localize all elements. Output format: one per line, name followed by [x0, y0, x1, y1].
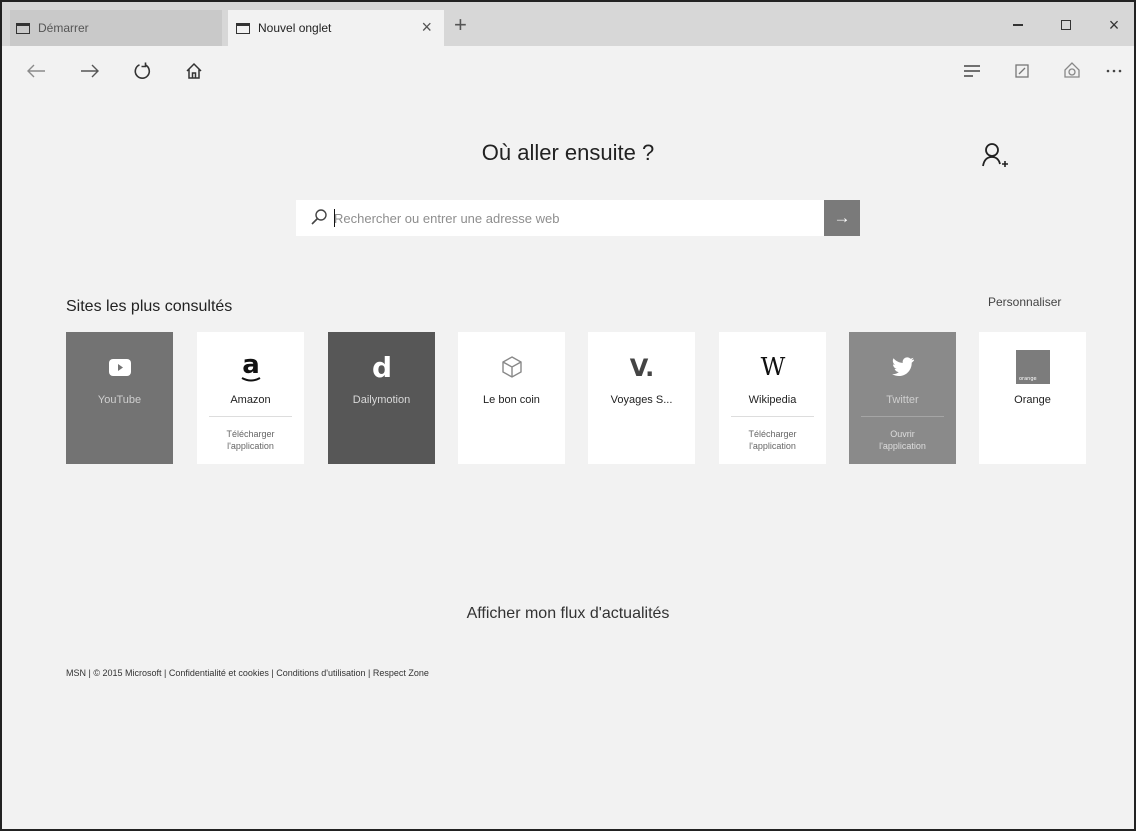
tile-open-app-link[interactable]: Ouvrir l'application	[855, 428, 950, 452]
forward-button[interactable]	[74, 56, 106, 86]
arrow-right-icon: →	[833, 208, 851, 227]
tab-page-icon	[16, 22, 30, 34]
search-input[interactable]	[334, 204, 814, 232]
forward-arrow-icon	[81, 64, 99, 78]
tile-wikipedia[interactable]: W Wikipedia Télécharger l'application	[719, 332, 826, 464]
footer-respect-zone-link[interactable]: Respect Zone	[373, 668, 429, 678]
tile-label: Wikipedia	[748, 394, 797, 406]
back-arrow-icon	[27, 64, 45, 78]
tile-twitter[interactable]: Twitter Ouvrir l'application	[849, 332, 956, 464]
tile-label: Le bon coin	[483, 394, 540, 406]
minimize-button[interactable]	[998, 10, 1038, 40]
top-sites-title: Sites les plus consultés	[66, 298, 233, 315]
tab-page-icon	[236, 22, 250, 34]
tile-leboncoin[interactable]: Le bon coin	[458, 332, 565, 464]
search-icon	[311, 209, 327, 225]
tile-dailymotion[interactable]: d Dailymotion	[328, 332, 435, 464]
tab-demarrer[interactable]: Démarrer	[10, 10, 222, 46]
footer-terms-link[interactable]: Conditions d'utilisation	[276, 668, 365, 678]
svg-text:V.: V.	[629, 354, 654, 381]
wikipedia-logo-icon: W	[719, 350, 826, 384]
tile-youtube[interactable]: YouTube	[66, 332, 173, 464]
share-icon	[1064, 62, 1080, 78]
maximize-button[interactable]	[1046, 10, 1086, 40]
svg-text:W: W	[760, 353, 785, 381]
dailymotion-logo-icon: d	[328, 350, 435, 384]
tile-amazon[interactable]: a Amazon Télécharger l'application	[197, 332, 304, 464]
tile-label: Twitter	[886, 394, 919, 406]
footer-privacy-link[interactable]: Confidentialité et cookies	[169, 668, 269, 678]
footer-separator: |	[365, 668, 373, 678]
home-icon	[186, 62, 202, 79]
footer-separator: |	[268, 668, 277, 678]
svg-text:a: a	[242, 351, 260, 380]
browser-window: Démarrer Nouvel onglet × + × Où aller en…	[0, 0, 1136, 831]
tab-label: Démarrer	[38, 21, 89, 35]
footer-separator: |	[161, 668, 169, 678]
new-tab-button[interactable]: +	[454, 14, 467, 36]
footer: MSN | © 2015 Microsoft | Confidentialité…	[66, 668, 429, 678]
tile-label: Voyages S...	[610, 394, 673, 406]
tab-label: Nouvel onglet	[258, 21, 332, 35]
search-box: →	[296, 200, 860, 236]
footer-copyright: © 2015 Microsoft	[93, 668, 162, 678]
tile-divider	[731, 416, 814, 417]
svg-text:orange: orange	[1019, 376, 1037, 382]
close-window-button[interactable]: ×	[1094, 10, 1134, 40]
refresh-icon	[134, 62, 151, 80]
refresh-button[interactable]	[126, 56, 158, 86]
tile-label: YouTube	[97, 394, 142, 406]
web-note-button[interactable]	[1006, 56, 1038, 86]
tile-label: Dailymotion	[352, 394, 411, 406]
news-feed-link[interactable]: Afficher mon flux d'actualités	[2, 605, 1134, 623]
tile-voyages-sncf[interactable]: V. Voyages S...	[588, 332, 695, 464]
add-user-button[interactable]	[980, 140, 1010, 172]
search-go-button[interactable]: →	[824, 200, 860, 236]
close-icon: ×	[1108, 14, 1120, 35]
more-button[interactable]	[1098, 56, 1130, 86]
voyages-sncf-logo-icon: V.	[588, 350, 695, 384]
hub-button[interactable]	[956, 56, 988, 86]
orange-logo-icon: orange	[979, 350, 1086, 384]
tile-label: Amazon	[230, 394, 271, 406]
more-icon	[1106, 69, 1122, 73]
tab-bar: Démarrer Nouvel onglet × + ×	[2, 2, 1134, 46]
tab-close-icon[interactable]: ×	[421, 18, 432, 36]
share-button[interactable]	[1056, 56, 1088, 86]
twitter-bird-icon	[849, 350, 956, 384]
back-button[interactable]	[20, 56, 52, 86]
page-heading: Où aller ensuite ?	[481, 140, 655, 165]
hub-icon	[964, 65, 980, 77]
tile-divider	[209, 416, 292, 417]
minimize-icon	[1013, 24, 1023, 26]
amazon-logo-icon: a	[197, 350, 304, 384]
tile-download-app-link[interactable]: Télécharger l'application	[725, 428, 820, 452]
footer-msn-link[interactable]: MSN	[66, 668, 86, 678]
home-button[interactable]	[178, 56, 210, 86]
text-caret	[334, 209, 335, 227]
youtube-logo-icon	[66, 350, 173, 384]
customize-link[interactable]: Personnaliser	[988, 295, 1061, 309]
footer-separator: |	[86, 668, 94, 678]
tile-download-app-link[interactable]: Télécharger l'application	[203, 428, 298, 452]
tab-nouvel-onglet[interactable]: Nouvel onglet ×	[228, 10, 444, 46]
add-user-icon	[982, 143, 1008, 167]
svg-text:d: d	[371, 352, 391, 382]
tile-orange[interactable]: orange Orange	[979, 332, 1086, 464]
navigation-bar	[2, 46, 1134, 98]
tile-divider	[861, 416, 944, 417]
leboncoin-logo-icon	[458, 350, 565, 384]
maximize-icon	[1061, 20, 1071, 30]
tile-label: Orange	[1014, 394, 1051, 406]
web-note-icon	[1015, 64, 1029, 78]
